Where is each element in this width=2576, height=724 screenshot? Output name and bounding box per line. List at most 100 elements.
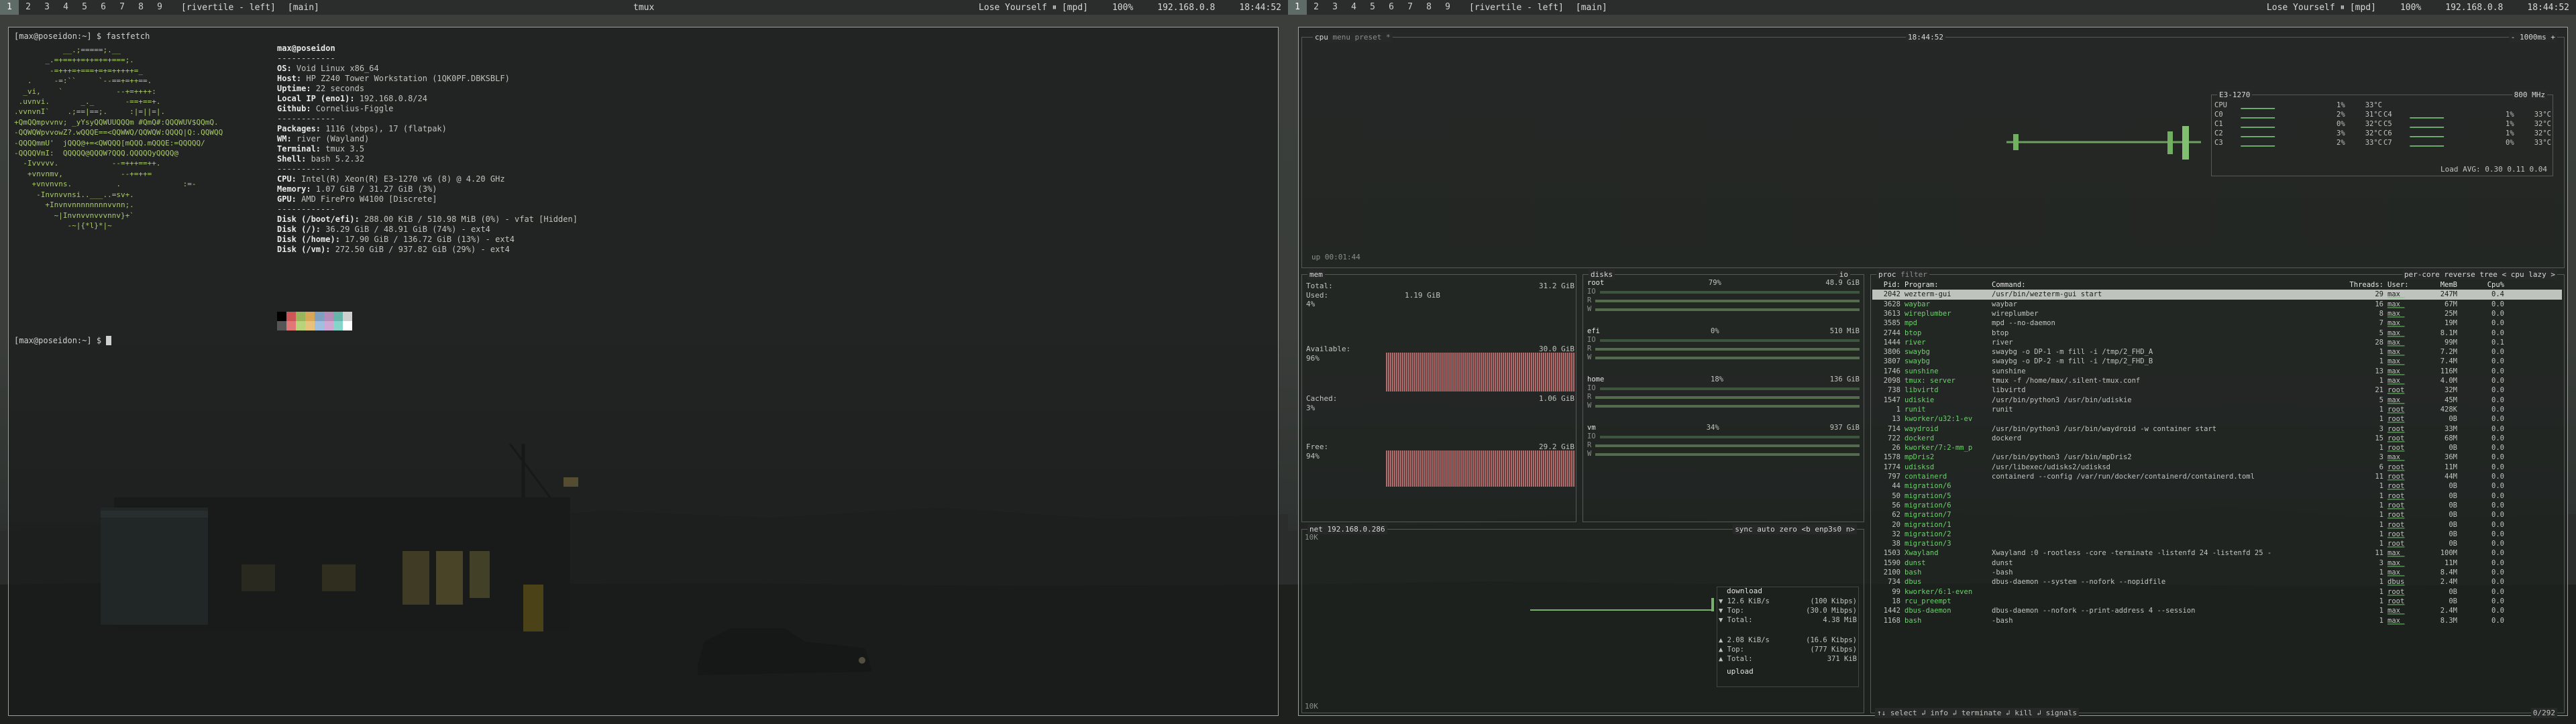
proc-row[interactable]: 3613 wireplumber wireplumber 8 max 25M ▁▁▁▁ 0.0 — [1872, 309, 2562, 318]
volume[interactable]: 100% — [1112, 3, 1133, 13]
proc-cell: 20 — [1892, 520, 1900, 529]
proc-row[interactable]: 2098 tmux: server tmux -f /home/max/.silen… — [1872, 376, 2562, 385]
proc-row[interactable]: 714 waydroid/usr/bin/python3 /usr/bin/way… — [1872, 424, 2562, 434]
btop-window[interactable]: cpu menu preset * 18:44:52 - 1000ms + up… — [1298, 27, 2568, 718]
proc-row[interactable]: 3806 swaybg swaybg -o DP-1 -m fill -i /tmp… — [1872, 347, 2562, 357]
tag-7[interactable]: 7 — [1401, 0, 1419, 15]
proc-row[interactable]: 1442 dbus-daemon dbus-daemon --nofork --pr… — [1872, 606, 2562, 615]
proc-cell: swaybg — [1904, 357, 1930, 366]
cpu-graph-mini: ▁▁▁▁ — [2387, 300, 2405, 308]
proc-row[interactable]: 3628 waybar waybar 16 max 67M ▁▁▁▁ 0.0 — [1872, 300, 2562, 309]
proc-row[interactable]: 1547 udiskie/usr/bin/python3 /usr/bin/udi… — [1872, 396, 2562, 405]
cpu-graph-mini: ▁▁▁▁ — [2387, 511, 2405, 520]
left-tag-list: 123456789 — [0, 0, 169, 15]
proc-row[interactable]: 2100 bash -bash 1 max 8.4M ▁▁▁▁ 0.0 — [1872, 568, 2562, 577]
proc-row[interactable]: 3585 mpd mpd --no-daemon 7 max 19M ▁▁▁▁ 0.0 — [1872, 318, 2562, 328]
proc-cell: 0.0 — [2491, 568, 2504, 577]
proc-cell: migration/7 — [1904, 511, 1951, 520]
proc-row[interactable]: 1774 udisksd/usr/libexec/udisks2/udisksd 6… — [1872, 463, 2562, 472]
color-swatch — [333, 321, 343, 330]
info-value: tmux 3.5 — [325, 144, 365, 154]
proc-row[interactable]: 738 libvirtd libvirtd 21 root 32M ▁▁▁▁ 0.0 — [1872, 385, 2562, 395]
cpu-graph — [2006, 126, 2201, 160]
proc-row[interactable]: 50 migration/5 1 root 0B ▁▁▁▁ 0.0 — [1872, 491, 2562, 501]
tag-9[interactable]: 9 — [150, 0, 169, 15]
proc-row[interactable]: 734 dbus dbus-daemon --system --nofork --n… — [1872, 577, 2562, 587]
mpd-status[interactable]: Lose Yourself ⏸ [mpd] — [2267, 3, 2376, 13]
proc-row[interactable]: 1590 dunst dunst 3 max 11M ▁▁▁▁ 0.0 — [1872, 558, 2562, 568]
proc-cell: 1 — [2379, 348, 2383, 357]
tag-5[interactable]: 5 — [1363, 0, 1382, 15]
proc-footer-keys[interactable]: ↑↓ select ↲ info ↲ terminate ↲ kill ↲ si… — [1875, 708, 2080, 718]
proc-row[interactable]: 20 migration/1 1 root 0B ▁▁▁▁ 0.0 — [1872, 520, 2562, 530]
tag-2[interactable]: 2 — [1307, 0, 1326, 15]
proc-row[interactable]: 99 kworker/6:1-even 1 root 0B ▁▁▁▁ 0.0 — [1872, 587, 2562, 597]
proc-cell: 1 — [2379, 578, 2383, 587]
net-stat-key: ▲ 2.08 KiB/s — [1719, 636, 1770, 644]
tag-1[interactable]: 1 — [0, 0, 19, 15]
proc-row[interactable]: 26 kworker/7:2-mm_p 1 root 0B ▁▁▁▁ 0.0 — [1872, 443, 2562, 452]
tag-3[interactable]: 3 — [1326, 0, 1344, 15]
refresh-rate[interactable]: - 1000ms + — [2508, 32, 2557, 42]
io-toggle[interactable]: io — [1837, 269, 1850, 280]
tag-6[interactable]: 6 — [1382, 0, 1401, 15]
shell-prompt-current[interactable]: [max@poseidon:~] $ — [14, 336, 111, 346]
proc-cell: 1 — [2379, 520, 2383, 529]
mem-title[interactable]: mem — [1307, 269, 1325, 280]
proc-row[interactable]: 1578 mpDris2/usr/bin/python3 /usr/bin/mpD… — [1872, 452, 2562, 462]
net-options[interactable]: sync auto zero <b enp3s0 n> — [1733, 524, 1857, 534]
proc-row[interactable]: 1503 Xwayland Xwayland :0 -rootless -core … — [1872, 548, 2562, 558]
net-stat-row: ▼ 12.6 KiB/s (100 Kibps) — [1719, 597, 1857, 606]
mem-cached: Cached: 1.06 GiB 3% — [1306, 394, 1574, 412]
proc-cell: 247M — [2440, 290, 2457, 299]
cpu-graph-mini: ▁▁▁▁ — [2387, 607, 2405, 615]
tag-6[interactable]: 6 — [94, 0, 113, 15]
cpu-graph-mini: ▁▁▁▁ — [2387, 597, 2405, 605]
proc-cell: 734 — [1888, 578, 1900, 587]
proc-row[interactable]: 3807 swaybg swaybg -o DP-2 -m fill -i /tmp… — [1872, 357, 2562, 366]
tag-5[interactable]: 5 — [75, 0, 94, 15]
proc-cell: -bash — [1992, 568, 2013, 577]
tag-9[interactable]: 9 — [1438, 0, 1457, 15]
proc-cell: runit — [1904, 405, 1926, 414]
terminal-window[interactable]: [max@poseidon:~] $ fastfetch __.;=====;.… — [8, 27, 1279, 716]
proc-row[interactable]: 56 migration/6 1 root 0B ▁▁▁▁ 0.0 — [1872, 501, 2562, 510]
proc-row[interactable]: 44 migration/6 1 root 0B ▁▁▁▁ 0.0 — [1872, 481, 2562, 491]
proc-cell: 3806 — [1883, 348, 1900, 357]
proc-row[interactable]: 13 kworker/u32:1-ev 1 root 0B ▁▁▁▁ 0.0 — [1872, 414, 2562, 424]
tag-2[interactable]: 2 — [19, 0, 38, 15]
proc-row[interactable]: 18 rcu_preempt 1 root 0B ▁▁▁▁ 0.0 — [1872, 597, 2562, 606]
tag-8[interactable]: 8 — [131, 0, 150, 15]
cpu-graph-mini: ▁▁▁▁ — [2387, 530, 2405, 538]
proc-row[interactable]: 62 migration/7 1 root 0B ▁▁▁▁ 0.0 — [1872, 510, 2562, 520]
proc-title[interactable]: proc filter — [1876, 269, 1929, 280]
cpu-graph-mini: ▁▁▁▁ — [2387, 434, 2405, 442]
proc-row[interactable]: 722 dockerd dockerd 15 root 68M ▁▁▁▁ 0.0 — [1872, 434, 2562, 443]
volume[interactable]: 100% — [2400, 3, 2421, 13]
proc-row[interactable]: 1 runit runit 1 root 428K ▁▁▁▁ 0.0 — [1872, 405, 2562, 414]
proc-row[interactable]: 32 migration/2 1 root 0B ▁▁▁▁ 0.0 — [1872, 530, 2562, 539]
tag-4[interactable]: 4 — [56, 0, 75, 15]
fastfetch-info: max@poseidon ------------ OS: Void Linux x… — [277, 44, 578, 255]
proc-row[interactable]: 797 containerd containerd --config /var/ru… — [1872, 472, 2562, 481]
color-swatch — [296, 312, 305, 321]
disks-title[interactable]: disks — [1589, 269, 1615, 280]
cpu-title[interactable]: cpu menu preset * — [1313, 32, 1393, 42]
mpd-status[interactable]: Lose Yourself ⏸ [mpd] — [979, 3, 1088, 13]
proc-row[interactable]: 2042 wezterm-gui/usr/bin/wezterm-gui star… — [1872, 290, 2562, 300]
proc-row[interactable]: 1168 bash -bash 1 max 8.3M ▁▁▁▁ 0.0 — [1872, 616, 2562, 625]
proc-row[interactable]: 1444 river river 28 max 99M ▁▁▁▁ 0.1 — [1872, 338, 2562, 347]
proc-cell: 0.0 — [2491, 530, 2504, 538]
net-title[interactable]: net 192.168.0.286 — [1307, 524, 1387, 534]
tag-4[interactable]: 4 — [1344, 0, 1363, 15]
proc-row[interactable]: 1746 sunshine sunshine 13 max 116M ▁▁▁▁ 0.0 — [1872, 367, 2562, 376]
tag-3[interactable]: 3 — [38, 0, 56, 15]
proc-row[interactable]: 38 migration/3 1 root 0B ▁▁▁▁ 0.0 — [1872, 539, 2562, 548]
tag-1[interactable]: 1 — [1288, 0, 1307, 15]
proc-options[interactable]: per-core reverse tree < cpu lazy > — [2402, 269, 2557, 280]
proc-row[interactable]: 2744 btop btop 5 max 8.1M ▁▁▁▁ 0.0 — [1872, 328, 2562, 338]
tag-8[interactable]: 8 — [1419, 0, 1438, 15]
layout-name: [rivertile - left] — [181, 2, 276, 13]
info-line: CPU: Intel(R) Xeon(R) E3-1270 v6 (8) @ 4… — [277, 174, 578, 184]
tag-7[interactable]: 7 — [113, 0, 131, 15]
